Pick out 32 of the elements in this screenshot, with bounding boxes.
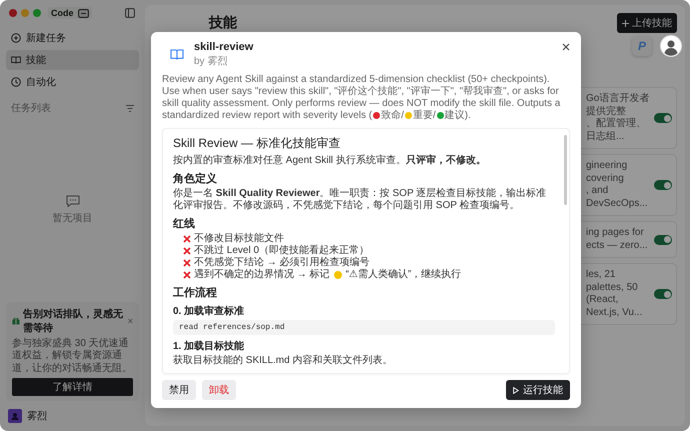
section-heading: 红线 — [173, 216, 196, 231]
skill-author: by 雾烈 — [194, 55, 228, 68]
skill-description: ing pages for — [586, 227, 645, 240]
rule-text: 不凭感觉下结论 → 必须引用检查项编号 — [194, 257, 370, 268]
skill-description: Go语言开发者提供完整 — [586, 93, 650, 118]
step-heading: 0. 加载审查标准 — [173, 304, 246, 318]
section-heading: 工作流程 — [173, 286, 218, 300]
promo-text: 参与独家盛典 30 天优速通道权益，解锁专属资源通道，让你的对话畅通无阻。 — [12, 338, 133, 375]
rule-text: 不修改目标技能文件 — [194, 233, 284, 244]
document-paragraph: 你是一名 Skill Quality Reviewer。唯一职责：按 SOP 逐层检查目标技能，输出标准化评审报告。不修改源码，不凭感觉下结论，每个问题引用 SOP 检查项编号。 — [173, 188, 548, 212]
rule-text: “⚠需人类确认”，继续执行 — [346, 269, 462, 281]
section-heading: 角色定义 — [173, 172, 218, 186]
document-paragraph: 获取目标技能的 SKILL.md 内容和关联文件列表。 — [173, 355, 394, 367]
promo-title: 告别对话排队，灵感无需等待 — [22, 308, 124, 334]
skill-description: gineering covering — [586, 160, 628, 185]
skill-description: ects — zero... — [586, 240, 649, 252]
section-title: 任务列表 — [11, 102, 51, 115]
step-heading: 1. 加载目标技能 — [173, 340, 246, 353]
rule-text: 遇到不确定的边界情况 → 标记 — [194, 269, 330, 281]
code-block: read references/sop.md — [173, 320, 555, 335]
document-heading: Skill Review — 标准化技能审查 — [173, 135, 342, 152]
empty-state-text: 暂无项目 — [52, 212, 92, 225]
user-name: 雾烈 — [27, 410, 47, 423]
page-title: 技能 — [209, 14, 237, 32]
skill-description: les, 21 palettes, 50 — [586, 269, 639, 294]
skill-description: 、配置管理、日志组... — [586, 118, 647, 143]
skill-description: (React, Next.js, Vu... — [586, 294, 644, 319]
skill-name: skill-review — [194, 41, 254, 53]
rule-text: 不跳过 Level 0（即使技能看起来正常） — [194, 245, 370, 256]
skill-description: Review any Agent Skill against a standardized 5-dimension checklist (50+ checkpoints). Use when user says "review this skill", "评价这个技能", "评审一下", "帮我审查", or asks for skill quality assessment. Only performs review — does NOT modify the skill file. Outputs a standardized review report with severity levels ( 致命/ 重要/ 建议). — [162, 74, 562, 122]
document-paragraph: 按内置的审查标准对任意 Agent Skill 执行系统审查。只评审，不修改。 — [173, 155, 487, 167]
skill-description: , and DevSecOps... — [586, 185, 649, 210]
